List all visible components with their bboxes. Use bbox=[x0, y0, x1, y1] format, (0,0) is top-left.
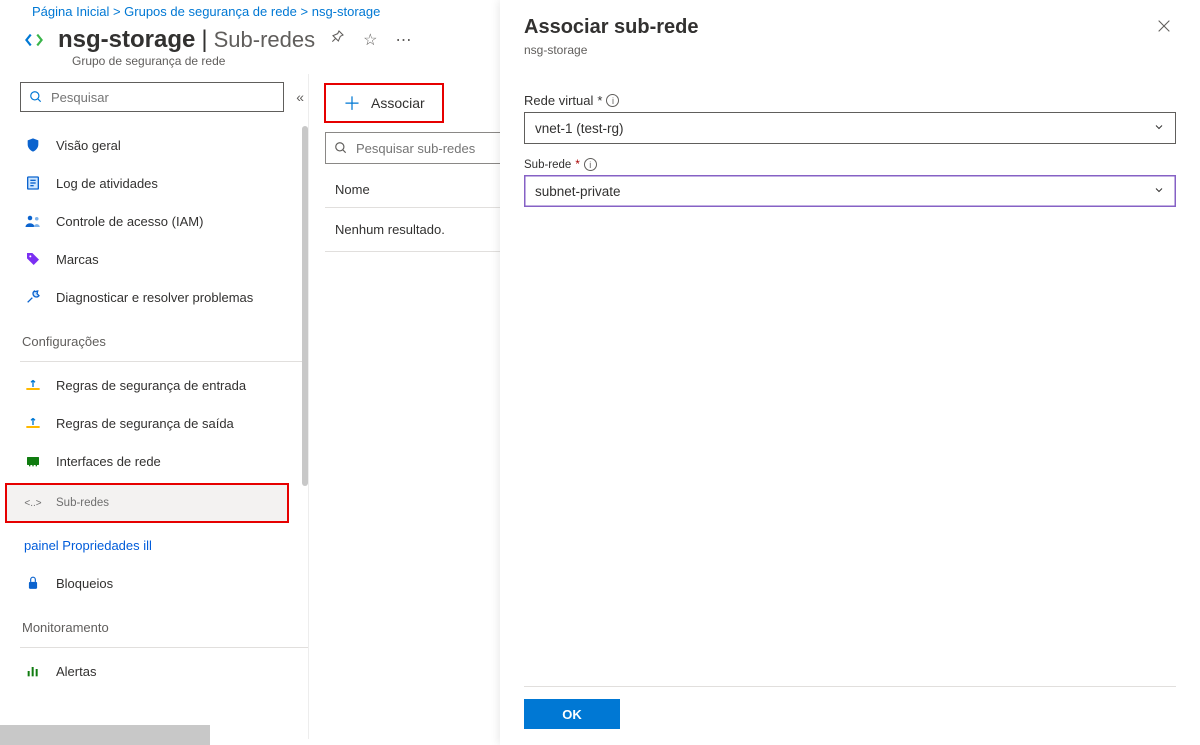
sidebar-item-label: Regras de segurança de entrada bbox=[56, 378, 246, 393]
search-icon bbox=[29, 90, 43, 104]
sidebar-item-subnets[interactable]: <..> Sub-redes bbox=[6, 484, 288, 522]
sidebar-item-label: Diagnosticar e resolver problemas bbox=[56, 290, 253, 305]
sidebar-item-alerts[interactable]: Alertas bbox=[20, 652, 308, 690]
collapse-sidebar-icon[interactable]: « bbox=[292, 85, 308, 109]
plus-icon: ＋ bbox=[343, 90, 361, 116]
log-icon bbox=[24, 174, 42, 192]
sidebar-item-label: Bloqueios bbox=[56, 576, 113, 591]
sidebar-item-inbound-rules[interactable]: Regras de segurança de entrada bbox=[20, 366, 308, 404]
sidebar-search-input[interactable] bbox=[51, 90, 275, 105]
bottom-placeholder bbox=[0, 725, 210, 745]
sidebar-item-overview[interactable]: Visão geral bbox=[20, 126, 308, 164]
divider bbox=[20, 361, 308, 362]
shield-icon bbox=[24, 136, 42, 154]
subnet-icon: <..> bbox=[24, 494, 42, 512]
outbound-icon bbox=[24, 414, 42, 432]
chevron-down-icon bbox=[1153, 184, 1165, 199]
breadcrumb-home[interactable]: Página Inicial bbox=[32, 4, 109, 19]
sidebar-item-label: Visão geral bbox=[56, 138, 121, 153]
sidebar-item-label: Sub-redes bbox=[56, 497, 109, 509]
sidebar-item-outbound-rules[interactable]: Regras de segurança de saída bbox=[20, 404, 308, 442]
wrench-icon bbox=[24, 288, 42, 306]
subnet-label: Sub-rede* i bbox=[524, 158, 1176, 171]
blade-subtitle: nsg-storage bbox=[524, 43, 1152, 57]
vnet-select[interactable]: vnet-1 (test-rg) bbox=[524, 112, 1176, 144]
chevron-down-icon bbox=[1153, 121, 1165, 136]
sidebar-item-iam[interactable]: Controle de acesso (IAM) bbox=[20, 202, 308, 240]
tag-icon bbox=[24, 250, 42, 268]
lock-icon bbox=[24, 574, 42, 592]
sidebar-item-properties[interactable]: painel Propriedades ill bbox=[20, 526, 308, 564]
associate-button[interactable]: ＋ Associar bbox=[325, 84, 443, 122]
sidebar-item-label: Alertas bbox=[56, 664, 96, 679]
sidebar-item-label: painel Propriedades ill bbox=[24, 538, 152, 553]
breadcrumb-nsg-list[interactable]: Grupos de segurança de rede bbox=[124, 4, 297, 19]
vnet-label: Rede virtual * i bbox=[524, 93, 1176, 108]
ok-button[interactable]: OK bbox=[524, 699, 620, 729]
sidebar-section-settings: Configurações bbox=[20, 316, 308, 357]
sidebar-item-activity-log[interactable]: Log de atividades bbox=[20, 164, 308, 202]
favorite-icon[interactable]: ☆ bbox=[359, 26, 381, 54]
sidebar-item-locks[interactable]: Bloqueios bbox=[20, 564, 308, 602]
nsg-icon bbox=[20, 26, 48, 54]
sidebar: « Visão geral Log de atividades C bbox=[0, 74, 308, 739]
subnet-select[interactable]: subnet-private bbox=[524, 175, 1176, 207]
sidebar-item-nics[interactable]: Interfaces de rede bbox=[20, 442, 308, 480]
breadcrumb-resource[interactable]: nsg-storage bbox=[312, 4, 381, 19]
sidebar-item-label: Controle de acesso (IAM) bbox=[56, 214, 203, 229]
vnet-select-value: vnet-1 (test-rg) bbox=[535, 121, 624, 136]
blade-title: Associar sub-rede bbox=[524, 16, 1152, 39]
search-icon bbox=[334, 141, 348, 155]
info-icon[interactable]: i bbox=[584, 158, 597, 171]
scrollbar[interactable] bbox=[302, 126, 308, 486]
sidebar-search[interactable] bbox=[20, 82, 284, 112]
page-title: nsg-storage | Sub-redes bbox=[58, 26, 315, 54]
sidebar-item-diagnose[interactable]: Diagnosticar e resolver problemas bbox=[20, 278, 308, 316]
pin-icon[interactable] bbox=[325, 25, 349, 54]
sidebar-item-label: Log de atividades bbox=[56, 176, 158, 191]
close-blade-button[interactable] bbox=[1152, 16, 1176, 41]
close-icon bbox=[1156, 18, 1172, 34]
associate-button-label: Associar bbox=[371, 95, 425, 111]
nic-icon bbox=[24, 452, 42, 470]
people-icon bbox=[24, 212, 42, 230]
sidebar-item-label: Marcas bbox=[56, 252, 99, 267]
sidebar-item-label: Regras de segurança de saída bbox=[56, 416, 234, 431]
associate-subnet-blade: Associar sub-rede nsg-storage Rede virtu… bbox=[500, 0, 1200, 745]
info-icon[interactable]: i bbox=[606, 94, 619, 107]
divider bbox=[20, 647, 308, 648]
sidebar-item-label: Interfaces de rede bbox=[56, 454, 161, 469]
sidebar-item-tags[interactable]: Marcas bbox=[20, 240, 308, 278]
inbound-icon bbox=[24, 376, 42, 394]
subnet-select-value: subnet-private bbox=[535, 184, 621, 199]
alerts-icon bbox=[24, 662, 42, 680]
more-icon[interactable]: ⋯ bbox=[391, 26, 415, 54]
sidebar-section-monitoring: Monitoramento bbox=[20, 602, 308, 643]
